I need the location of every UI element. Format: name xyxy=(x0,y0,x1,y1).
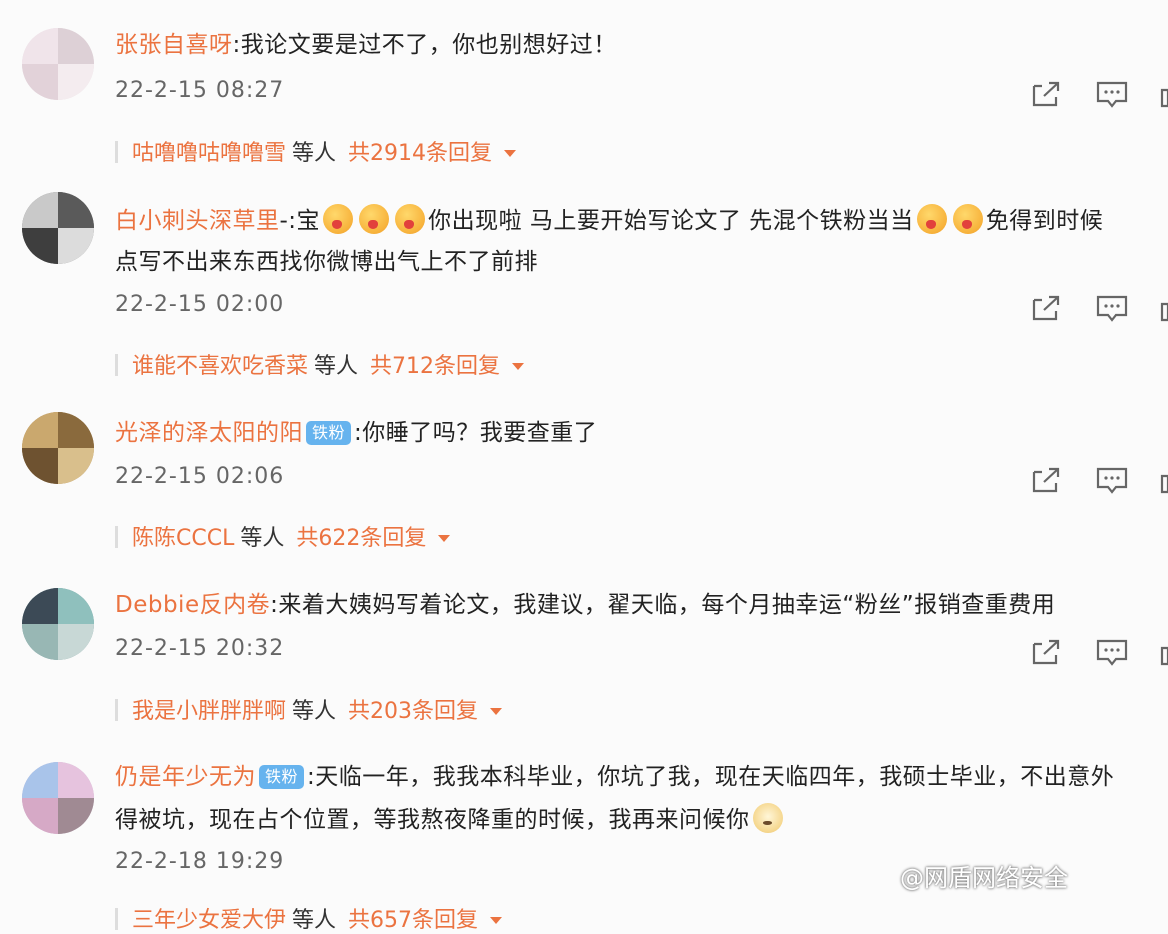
reply-etc: 等人 xyxy=(314,354,359,379)
emoji-icon xyxy=(359,204,390,234)
comment-body: Debbie反内卷:来着大姨妈写着论文，我建议，翟天临，每个月抽幸运“粉丝”报销… xyxy=(115,590,1055,620)
emoji-icon xyxy=(952,204,983,234)
comment-body: 光泽的泽太阳的阳 铁粉:你睡了吗？我要查重了 xyxy=(115,418,597,448)
like-icon[interactable] xyxy=(1160,294,1168,322)
reply-etc: 等人 xyxy=(292,141,337,166)
comment-text: 免得到时候 xyxy=(985,208,1104,234)
divider xyxy=(115,908,118,930)
comment-text: 得被坑，现在占个位置，等我熬夜降重的时候，我再来问候你 xyxy=(115,807,750,833)
avatar[interactable] xyxy=(22,28,94,100)
reply-username[interactable]: 咕噜噜咕噜噜雪 xyxy=(132,141,286,166)
avatar[interactable] xyxy=(22,412,94,484)
avatar[interactable] xyxy=(22,192,94,264)
reply-count[interactable]: 共657条回复 xyxy=(348,908,478,933)
comment-text: :天临一年，我我本科毕业，你坑了我，现在天临四年，我硕士毕业，不出意外 xyxy=(307,764,1115,790)
emoji-icon xyxy=(395,204,426,234)
reply-username[interactable]: 谁能不喜欢吃香菜 xyxy=(132,354,308,379)
username[interactable]: 光泽的泽太阳的阳 xyxy=(115,420,303,446)
caret-down-icon[interactable] xyxy=(490,917,503,924)
timestamp: 22-2-15 02:06 xyxy=(115,464,285,489)
reply-etc: 等人 xyxy=(240,526,285,551)
divider xyxy=(115,141,118,163)
avatar[interactable] xyxy=(22,762,94,834)
caret-down-icon[interactable] xyxy=(512,363,525,370)
comment-text: -:宝 xyxy=(279,208,321,234)
reply-count[interactable]: 共203条回复 xyxy=(348,699,478,724)
like-icon[interactable] xyxy=(1160,80,1168,108)
comment-body: 白小刺头深草里-:宝 你出现啦 马上要开始写论文了 先混个铁粉当当 免得到时候 xyxy=(115,204,1103,236)
comment-text: :我论文要是过不了，你也别想好过！ xyxy=(232,32,617,58)
divider xyxy=(115,526,118,548)
username[interactable]: Debbie反内卷 xyxy=(115,592,270,618)
share-icon[interactable] xyxy=(1030,466,1062,494)
reply-username[interactable]: 我是小胖胖胖啊 xyxy=(132,699,286,724)
timestamp: 22-2-15 20:32 xyxy=(115,636,285,661)
emoji-icon xyxy=(752,803,783,833)
watermark: @网盾网络安全 xyxy=(900,864,1068,892)
reply-summary[interactable]: 谁能不喜欢吃香菜 等人 共712条回复 xyxy=(115,348,525,380)
comment-body: 仍是年少无为 铁粉:天临一年，我我本科毕业，你坑了我，现在天临四年，我硕士毕业，不… xyxy=(115,762,1114,792)
fan-badge: 铁粉 xyxy=(259,765,305,789)
avatar[interactable] xyxy=(22,588,94,660)
share-icon[interactable] xyxy=(1030,294,1062,322)
fan-badge: 铁粉 xyxy=(306,421,352,445)
reply-count[interactable]: 共712条回复 xyxy=(370,354,500,379)
share-icon[interactable] xyxy=(1030,80,1062,108)
emoji-icon xyxy=(916,204,947,234)
reply-summary[interactable]: 三年少女爱大伊 等人 共657条回复 xyxy=(115,902,503,934)
username[interactable]: 白小刺头深草里 xyxy=(115,208,280,234)
comment-text: :你睡了吗？我要查重了 xyxy=(354,420,598,446)
reply-count[interactable]: 共622条回复 xyxy=(296,526,426,551)
divider xyxy=(115,699,118,721)
reply-username[interactable]: 陈陈CCCL xyxy=(132,526,234,551)
comment-text-line2: 点写不出来东西找你微博出气上不了前排 xyxy=(115,249,538,275)
emoji-icon xyxy=(323,204,354,234)
caret-down-icon[interactable] xyxy=(504,150,517,157)
comment-body: 张张自喜呀:我论文要是过不了，你也别想好过！ xyxy=(115,30,617,60)
reply-summary[interactable]: 我是小胖胖胖啊 等人 共203条回复 xyxy=(115,693,503,725)
username[interactable]: 张张自喜呀 xyxy=(115,32,233,58)
comment-icon[interactable] xyxy=(1096,80,1128,108)
timestamp: 22-2-18 19:29 xyxy=(115,849,285,874)
timestamp: 22-2-15 02:00 xyxy=(115,292,285,317)
like-icon[interactable] xyxy=(1160,638,1168,666)
timestamp: 22-2-15 08:27 xyxy=(115,78,285,103)
reply-username[interactable]: 三年少女爱大伊 xyxy=(132,908,286,933)
comment-text: :来着大姨妈写着论文，我建议，翟天临，每个月抽幸运“粉丝”报销查重费用 xyxy=(270,592,1056,618)
caret-down-icon[interactable] xyxy=(490,708,503,715)
reply-count[interactable]: 共2914条回复 xyxy=(348,141,492,166)
caret-down-icon[interactable] xyxy=(438,535,451,542)
divider xyxy=(115,354,118,376)
reply-etc: 等人 xyxy=(292,699,337,724)
reply-summary[interactable]: 咕噜噜咕噜噜雪 等人 共2914条回复 xyxy=(115,135,517,167)
comment-icon[interactable] xyxy=(1096,294,1128,322)
comment-text: 你出现啦 马上要开始写论文了 先混个铁粉当当 xyxy=(428,208,914,234)
like-icon[interactable] xyxy=(1160,466,1168,494)
username[interactable]: 仍是年少无为 xyxy=(115,764,256,790)
comment-icon[interactable] xyxy=(1096,638,1128,666)
share-icon[interactable] xyxy=(1030,638,1062,666)
reply-summary[interactable]: 陈陈CCCL 等人 共622条回复 xyxy=(115,520,451,552)
comment-body-line2: 得被坑，现在占个位置，等我熬夜降重的时候，我再来问候你 xyxy=(115,803,786,835)
reply-etc: 等人 xyxy=(292,908,337,933)
comment-icon[interactable] xyxy=(1096,466,1128,494)
